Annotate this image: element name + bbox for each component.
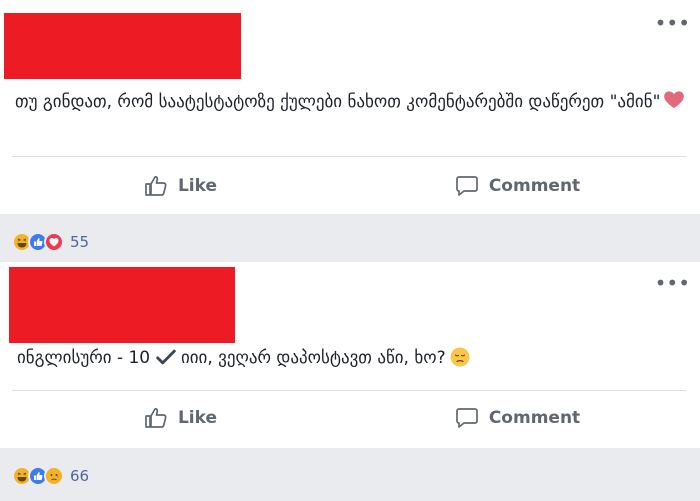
redacted-author-header — [4, 13, 241, 79]
post-text-before: ინგლისური - 10 — [17, 348, 151, 368]
post-text: ინგლისური - 10 იიი, ვეღარ დაპოსტავთ აწი,… — [17, 344, 687, 372]
more-options-icon[interactable]: ••• — [655, 13, 690, 33]
post-text: თუ გინდათ, რომ საატესტატოზე ქულები ნახოთ… — [15, 88, 685, 116]
divider — [12, 156, 686, 157]
like-label: Like — [177, 176, 218, 196]
comment-button[interactable]: Comment — [349, 395, 686, 441]
comment-icon — [455, 408, 478, 428]
like-label: Like — [177, 408, 218, 428]
like-button[interactable]: Like — [12, 163, 349, 209]
comment-icon — [455, 176, 478, 196]
reactions-summary[interactable]: 55 — [12, 227, 89, 257]
like-button[interactable]: Like — [12, 395, 349, 441]
check-mark-icon — [155, 348, 176, 368]
feed-post: ••• თუ გინდათ, რომ საატესტატოზე ქულები ნ… — [0, 0, 700, 214]
more-options-icon[interactable]: ••• — [655, 273, 690, 293]
post-text-content: თუ გინდათ, რომ საატესტატოზე ქულები ნახოთ… — [15, 92, 661, 112]
reaction-count: 55 — [70, 233, 90, 251]
post-text-after: იიი, ვეღარ დაპოსტავთ აწი, ხო? — [180, 348, 446, 368]
comment-button[interactable]: Comment — [349, 163, 686, 209]
redacted-author-header — [9, 267, 235, 343]
thumbs-up-icon — [145, 176, 167, 196]
sad-icon — [44, 466, 64, 486]
disappointed-face-icon — [450, 347, 470, 367]
thumbs-up-icon — [145, 408, 167, 428]
comment-label: Comment — [488, 176, 581, 196]
divider — [12, 390, 686, 391]
comment-label: Comment — [488, 408, 581, 428]
reactions-summary[interactable]: 66 — [12, 461, 89, 491]
love-icon — [44, 232, 64, 252]
post-actions: Like Comment — [12, 395, 686, 441]
feed-post: ••• ინგლისური - 10 იიი, ვეღარ დაპოსტავთ … — [0, 262, 700, 448]
post-actions: Like Comment — [12, 163, 686, 209]
heart-icon — [664, 90, 685, 109]
reaction-count: 66 — [70, 467, 90, 485]
